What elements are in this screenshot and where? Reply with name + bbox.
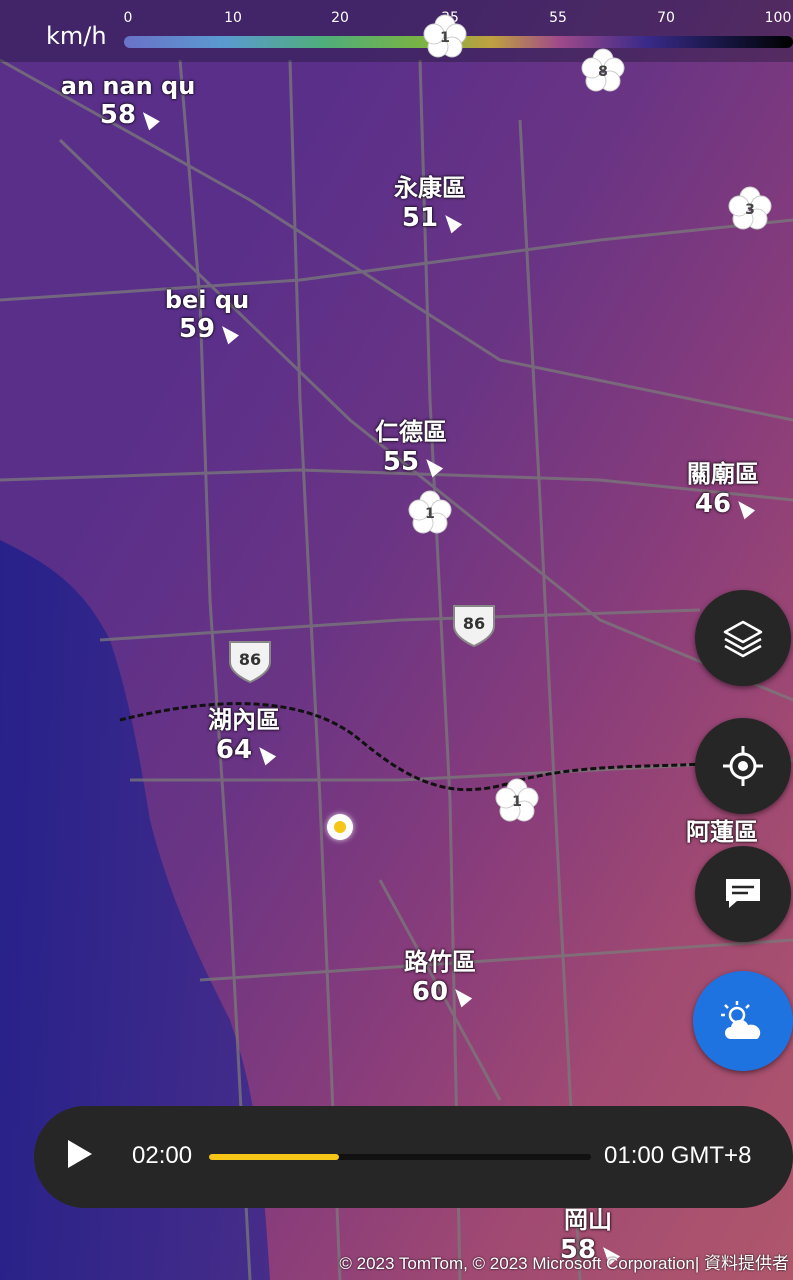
wind-direction-arrow-icon — [439, 210, 463, 233]
road-shield-label: 86 — [239, 650, 261, 669]
chat-icon — [726, 879, 760, 908]
flower-marker-icon[interactable]: 1 — [494, 778, 540, 824]
feedback-button[interactable] — [695, 846, 791, 942]
copyright-text: © 2023 TomTom, © 2023 Microsoft Corporat… — [339, 1254, 789, 1273]
wind-direction-arrow-icon — [449, 984, 473, 1007]
timeline-track[interactable] — [209, 1154, 591, 1160]
city-label[interactable]: 仁德區 55 — [375, 412, 447, 477]
city-label[interactable]: 永康區 51 — [394, 168, 466, 233]
wind-speed-value: 64 — [215, 735, 253, 765]
city-label[interactable]: an nan qu 58 — [61, 72, 196, 130]
wind-direction-arrow-icon — [216, 321, 240, 344]
wind-speed-value: 58 — [99, 100, 137, 130]
flower-marker-label: 3 — [745, 202, 755, 218]
wind-speed-legend: km/h 0 10 20 35 55 70 100 — [0, 0, 793, 62]
city-label[interactable]: 阿蓮區 — [686, 812, 758, 847]
city-label[interactable]: 路竹區 60 — [404, 942, 476, 1007]
layers-button[interactable] — [695, 590, 791, 686]
city-name: 阿蓮區 — [686, 818, 758, 846]
city-name: 路竹區 — [404, 948, 476, 976]
weather-button[interactable] — [693, 971, 793, 1071]
wind-direction-arrow-icon — [253, 742, 277, 765]
legend-tick: 10 — [224, 10, 242, 26]
current-location-marker[interactable] — [327, 814, 353, 840]
city-name: 湖內區 — [208, 706, 280, 734]
wind-direction-arrow-icon — [137, 107, 161, 130]
flower-marker-label: 1 — [440, 30, 450, 46]
legend-unit: km/h — [46, 22, 107, 50]
end-time: 01:00 GMT+8 — [604, 1142, 752, 1169]
play-icon[interactable] — [68, 1140, 92, 1168]
city-name: an nan qu — [60, 72, 196, 100]
road-shield-icon[interactable]: 86 — [226, 638, 274, 684]
wind-speed-value: 59 — [178, 314, 216, 344]
city-name: bei qu — [164, 286, 250, 314]
road-shield-icon[interactable]: 86 — [450, 602, 498, 648]
crosshair-icon — [723, 746, 763, 786]
city-name: 仁德區 — [375, 418, 447, 446]
flower-marker-icon[interactable]: 3 — [727, 186, 773, 232]
legend-tick: 20 — [331, 10, 349, 26]
flower-marker-icon[interactable]: 8 — [580, 48, 626, 94]
legend-tick: 0 — [123, 10, 133, 26]
road-shield-label: 86 — [463, 614, 485, 633]
wind-speed-value: 46 — [694, 489, 732, 519]
city-label[interactable]: bei qu 59 — [165, 286, 249, 344]
flower-marker-icon[interactable]: 1 — [422, 14, 468, 60]
flower-marker-label: 8 — [598, 64, 608, 80]
wind-direction-arrow-icon — [420, 454, 444, 477]
weather-cloud-sun-icon — [721, 1001, 761, 1039]
wind-speed-value: 51 — [401, 203, 439, 233]
locate-me-button[interactable] — [695, 718, 791, 814]
legend-tick: 55 — [549, 10, 567, 26]
flower-marker-label: 1 — [425, 506, 435, 522]
timeline-progress[interactable] — [209, 1154, 339, 1160]
city-name: 永康區 — [394, 174, 466, 202]
flower-marker-icon[interactable]: 1 — [407, 490, 453, 536]
city-name: 關廟區 — [687, 460, 759, 488]
city-label[interactable]: 關廟區 46 — [687, 454, 759, 519]
wind-speed-value: 55 — [382, 447, 420, 477]
current-time: 02:00 — [132, 1142, 193, 1169]
city-label[interactable]: 湖內區 64 — [208, 700, 280, 765]
flower-marker-label: 1 — [512, 794, 522, 810]
wind-speed-value: 60 — [411, 977, 449, 1007]
layers-icon — [723, 620, 763, 658]
legend-tick: 70 — [657, 10, 675, 26]
wind-direction-arrow-icon — [732, 496, 756, 519]
legend-tick: 100 — [764, 10, 792, 26]
